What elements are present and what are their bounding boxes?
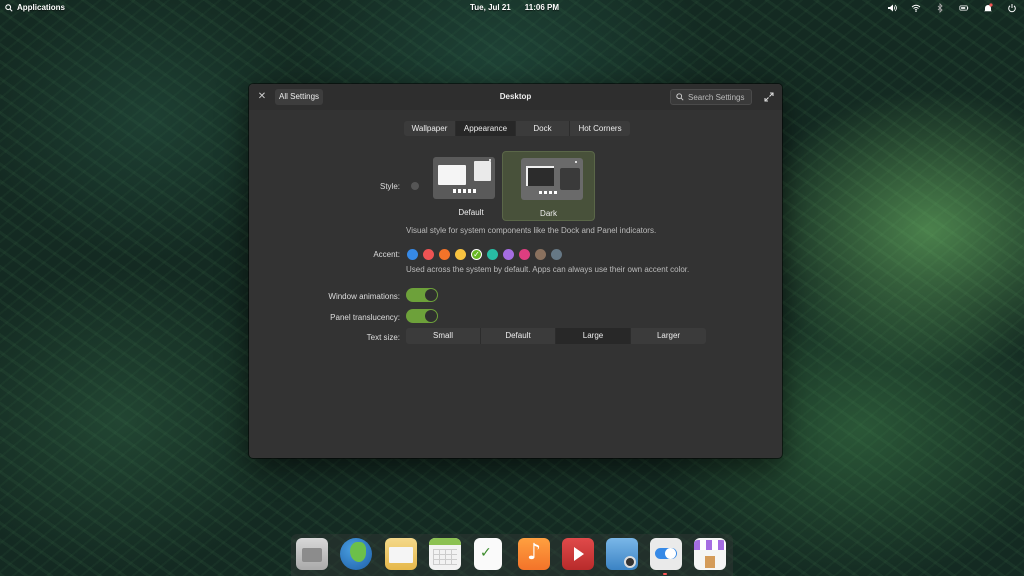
style-label: Style: bbox=[379, 182, 400, 191]
style-dark-card[interactable]: Dark bbox=[502, 151, 595, 221]
tab-appearance[interactable]: Appearance bbox=[456, 121, 516, 136]
accent-swatch-6[interactable] bbox=[487, 249, 498, 260]
accent-label: Accent: bbox=[373, 250, 400, 259]
applications-label: Applications bbox=[17, 3, 66, 12]
videos-icon[interactable] bbox=[562, 538, 594, 570]
close-icon[interactable]: ✕ bbox=[256, 91, 268, 103]
volume-icon[interactable] bbox=[886, 2, 898, 14]
calendar-icon[interactable] bbox=[429, 538, 461, 570]
page-tabs: Wallpaper Appearance Dock Hot Corners bbox=[404, 121, 630, 136]
search-icon bbox=[676, 93, 684, 101]
search-field[interactable] bbox=[670, 89, 752, 105]
files-icon[interactable] bbox=[296, 538, 328, 570]
window-animations-label: Window animations: bbox=[328, 292, 400, 301]
wifi-icon[interactable] bbox=[910, 2, 922, 14]
accent-swatch-4[interactable] bbox=[455, 249, 466, 260]
text-size-larger[interactable]: Larger bbox=[631, 328, 706, 344]
text-size-label: Text size: bbox=[366, 333, 400, 342]
accent-swatch-5[interactable]: ✓ bbox=[471, 249, 482, 260]
accent-swatch-2[interactable] bbox=[423, 249, 434, 260]
accent-swatch-1[interactable] bbox=[407, 249, 418, 260]
datetime-indicator[interactable]: Tue, Jul 21 11:06 PM bbox=[470, 3, 559, 12]
search-input[interactable] bbox=[688, 92, 748, 102]
dark-style-preview bbox=[521, 158, 583, 200]
text-size-selector: Small Default Large Larger bbox=[406, 328, 706, 344]
battery-icon[interactable] bbox=[958, 2, 970, 14]
accent-swatch-7[interactable] bbox=[503, 249, 514, 260]
power-icon[interactable] bbox=[1006, 2, 1018, 14]
tab-hot-corners[interactable]: Hot Corners bbox=[570, 121, 630, 136]
mail-icon[interactable] bbox=[385, 538, 417, 570]
top-panel: Applications Tue, Jul 21 11:06 PM bbox=[0, 0, 1024, 16]
style-default-radio[interactable] bbox=[411, 182, 419, 190]
style-dark-label: Dark bbox=[540, 209, 557, 218]
panel-translucency-label: Panel translucency: bbox=[330, 313, 400, 322]
window-animations-switch[interactable] bbox=[406, 288, 438, 302]
notifications-icon[interactable] bbox=[982, 2, 994, 14]
time-label: 11:06 PM bbox=[524, 3, 560, 12]
date-label: Tue, Jul 21 bbox=[470, 3, 511, 12]
settings-window: ✕ All Settings Desktop Wallpaper Appeara… bbox=[249, 84, 782, 458]
accent-swatch-8[interactable] bbox=[519, 249, 530, 260]
text-size-default[interactable]: Default bbox=[481, 328, 556, 344]
photos-icon[interactable] bbox=[606, 538, 638, 570]
text-size-large[interactable]: Large bbox=[556, 328, 631, 344]
accent-description: Used across the system by default. Apps … bbox=[406, 265, 690, 274]
system-settings-icon[interactable] bbox=[650, 538, 682, 570]
tab-wallpaper[interactable]: Wallpaper bbox=[404, 121, 456, 136]
text-size-small[interactable]: Small bbox=[406, 328, 481, 344]
appcenter-icon[interactable] bbox=[694, 538, 726, 570]
music-icon[interactable]: ♪ bbox=[518, 538, 550, 570]
accent-swatch-3[interactable] bbox=[439, 249, 450, 260]
web-browser-icon[interactable] bbox=[340, 538, 372, 570]
search-icon bbox=[5, 3, 13, 12]
titlebar: ✕ All Settings Desktop bbox=[249, 84, 782, 110]
default-style-preview bbox=[433, 157, 495, 199]
accent-swatch-9[interactable] bbox=[535, 249, 546, 260]
style-description: Visual style for system components like … bbox=[406, 226, 657, 235]
indicator-area bbox=[886, 2, 1018, 14]
running-indicator bbox=[663, 573, 667, 575]
bluetooth-icon[interactable] bbox=[934, 2, 946, 14]
tab-dock[interactable]: Dock bbox=[516, 121, 570, 136]
maximize-icon[interactable] bbox=[763, 91, 775, 103]
panel-translucency-switch[interactable] bbox=[406, 309, 438, 323]
applications-menu[interactable]: Applications bbox=[5, 3, 65, 12]
tasks-icon[interactable]: ✓ bbox=[474, 538, 502, 570]
accent-swatch-10[interactable] bbox=[551, 249, 562, 260]
all-settings-button[interactable]: All Settings bbox=[275, 89, 324, 105]
